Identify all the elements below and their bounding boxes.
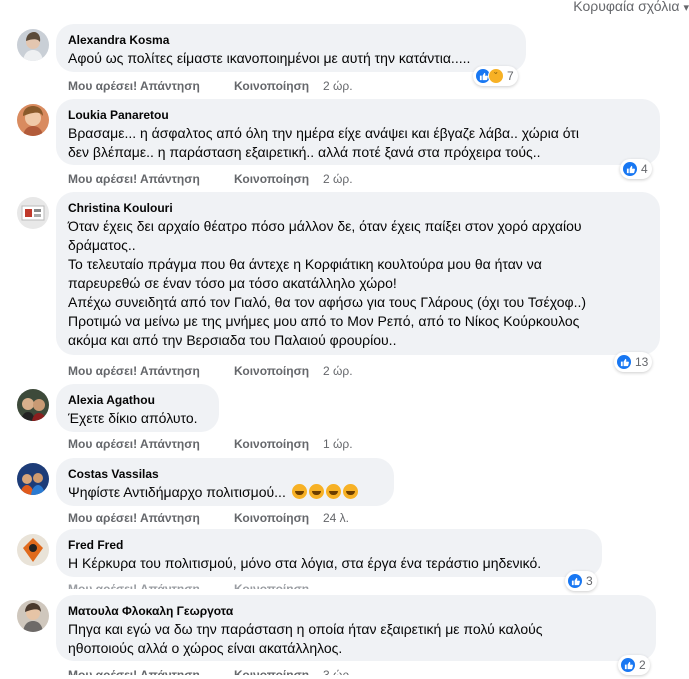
comment-author[interactable]: Ματουλα Φλοκαλη Γεωργοτα — [68, 603, 644, 619]
like-button[interactable]: Μου αρέσει! — [68, 78, 140, 94]
comment-timestamp[interactable]: 2 ώρ. — [323, 363, 353, 379]
share-button[interactable]: Κοινοποίηση — [234, 78, 323, 94]
sad-icon: ˘ — [488, 68, 504, 84]
comment-bubble: Alexia Agathou Έχετε δίκιο απόλυτο. — [56, 384, 219, 432]
like-icon — [616, 354, 632, 370]
comment-text-line: Το τελευταίο πράγμα που θα άντεχε η Κορφ… — [68, 256, 542, 272]
comment-bubble: Fred Fred Η Κέρκυρα του πολιτισμού, μόνο… — [56, 529, 602, 577]
comment-author[interactable]: Christina Koulouri — [68, 200, 648, 216]
avatar[interactable] — [17, 29, 49, 61]
comment-text: Έχετε δίκιο απόλυτο. — [68, 409, 207, 428]
comment-text: Αφού ως πολίτες είμαστε ικανοποιημένοι μ… — [68, 49, 514, 68]
comment-text-line: ηθοποιούς αλλά ο χώρος είναι ακατάλληλος… — [68, 640, 343, 656]
comment-actions: Μου αρέσει! Απάντηση Κοινοποίηση 2 ώρ. — [68, 363, 353, 379]
comment-actions: Μου αρέσει! Απάντηση Κοινοποίηση 1 ώρ. — [68, 436, 353, 452]
comment-bubble: Costas Vassilas Ψηφίστε Αντιδήμαρχο πολι… — [56, 458, 394, 506]
reaction-count: 4 — [641, 162, 648, 176]
comment-text-line: παρευρεθώ σε έναν τόσο μα τόσο ακατάλληλ… — [68, 275, 397, 291]
reaction-count: 7 — [507, 69, 514, 83]
comment-text-line: Αφού ως πολίτες είμαστε ικανοποιημένοι μ… — [68, 50, 471, 66]
comment-text-line: δράματος.. — [68, 237, 136, 253]
comment-bubble: Loukia Panaretou Βρασαμε... η άσφαλτος α… — [56, 99, 660, 165]
comment-text-line: Βρασαμε... η άσφαλτος από όλη την ημέρα … — [68, 125, 579, 141]
comment-text-line: Η Κέρκυρα του πολιτισμού, μόνο στα λόγια… — [68, 555, 542, 571]
reaction-count: 2 — [639, 658, 646, 672]
reaction-summary[interactable]: 3 — [565, 571, 597, 591]
chevron-down-icon: ▾ — [683, 2, 689, 14]
comment-text-line: Απέχω συνειδητά από τον Γιαλό, θα τον αφ… — [68, 294, 587, 310]
comment-text-line: δεν βλέπαμε.. η παράσταση εξαιρετική.. α… — [68, 144, 541, 160]
sort-label-text: Κορυφαία σχόλια — [573, 0, 680, 14]
comment-text-line: Όταν έχεις δει αρχαίο θέατρο πόσο μάλλον… — [68, 218, 582, 234]
comment-text-line: Προτιμώ να μείνω με της μνήμες μου από τ… — [68, 313, 580, 329]
comment-actions: Μου αρέσει! Απάντηση Κοινοποίηση 2 ώρ. — [68, 171, 353, 187]
comment-bubble: Alexandra Kosma Αφού ως πολίτες είμαστε … — [56, 24, 526, 72]
reaction-summary[interactable]: 2 — [618, 655, 650, 675]
avatar[interactable] — [17, 463, 49, 495]
comment-timestamp[interactable]: 3 ώρ. — [323, 667, 353, 675]
laughing-emoji-icon — [342, 484, 358, 499]
reply-button[interactable]: Απάντηση — [140, 363, 234, 379]
comment-text: Πηγα και εγώ να δω την παράσταση η οποία… — [68, 620, 644, 658]
like-icon — [567, 573, 583, 589]
reply-button[interactable]: Απάντηση — [140, 667, 234, 675]
comment-text: Όταν έχεις δει αρχαίο θέατρο πόσο μάλλον… — [68, 217, 648, 350]
comment-text-line: Έχετε δίκιο απόλυτο. — [68, 410, 198, 426]
like-button[interactable]: Μου αρέσει! — [68, 436, 140, 452]
comment-bubble: Christina Koulouri Όταν έχεις δει αρχαίο… — [56, 192, 660, 355]
avatar[interactable] — [17, 197, 49, 229]
reaction-count: 13 — [635, 355, 649, 369]
like-button[interactable]: Μου αρέσει! — [68, 510, 140, 526]
reaction-summary[interactable]: ˘ 7 — [473, 66, 518, 86]
like-button[interactable]: Μου αρέσει! — [68, 171, 140, 187]
laughing-emoji-icon — [325, 484, 341, 499]
comment-actions: Μου αρέσει! Απάντηση Κοινοποίηση 3 ώρ. — [68, 667, 353, 675]
share-button[interactable]: Κοινοποίηση — [234, 667, 323, 675]
comment-actions: Μου αρέσει! Απάντηση Κοινοποίηση 24 λ. — [68, 510, 349, 526]
comment-text-line: Ψηφίστε Αντιδήμαρχο πολιτισμού... — [68, 484, 286, 500]
comment-text: Ψηφίστε Αντιδήμαρχο πολιτισμού... — [68, 483, 382, 502]
sort-comments-dropdown[interactable]: Κορυφαία σχόλια ▾ — [529, 0, 689, 17]
reply-button[interactable]: Απάντηση — [140, 436, 234, 452]
like-button[interactable]: Μου αρέσει! — [68, 667, 140, 675]
comment-text-line: ακόμα και από την Βερσιαδα του Παλαιού φ… — [68, 332, 397, 348]
avatar[interactable] — [17, 534, 49, 566]
comment-author[interactable]: Alexia Agathou — [68, 392, 207, 408]
comment-timestamp[interactable]: 2 ώρ. — [323, 78, 353, 94]
laughing-emoji-icon — [291, 484, 307, 499]
like-icon — [622, 161, 638, 177]
comment-text: Βρασαμε... η άσφαλτος από όλη την ημέρα … — [68, 124, 648, 162]
like-button[interactable]: Μου αρέσει! — [68, 363, 140, 379]
reply-button[interactable]: Απάντηση — [140, 510, 234, 526]
comment-text: Η Κέρκυρα του πολιτισμού, μόνο στα λόγια… — [68, 554, 590, 573]
comment-text-line: Πηγα και εγώ να δω την παράσταση η οποία… — [68, 621, 543, 637]
reaction-summary[interactable]: 4 — [620, 159, 652, 179]
like-icon — [620, 657, 636, 673]
share-button[interactable]: Κοινοποίηση — [234, 171, 323, 187]
laughing-emoji-icon — [308, 484, 324, 499]
share-button[interactable]: Κοινοποίηση — [234, 436, 323, 452]
share-button[interactable]: Κοινοποίηση — [234, 363, 323, 379]
reply-button[interactable]: Απάντηση — [140, 78, 234, 94]
comment-author[interactable]: Costas Vassilas — [68, 466, 382, 482]
avatar[interactable] — [17, 389, 49, 421]
reaction-count: 3 — [586, 574, 593, 588]
reaction-summary[interactable]: 13 — [614, 352, 653, 372]
comment-timestamp[interactable]: 24 λ. — [323, 510, 349, 526]
reply-button[interactable]: Απάντηση — [140, 171, 234, 187]
comment-author[interactable]: Alexandra Kosma — [68, 32, 514, 48]
share-button[interactable]: Κοινοποίηση — [234, 510, 323, 526]
comment-bubble: Ματουλα Φλοκαλη Γεωργοτα Πηγα και εγώ να… — [56, 595, 656, 661]
comment-timestamp[interactable]: 1 ώρ. — [323, 436, 353, 452]
comment-timestamp[interactable]: 2 ώρ. — [323, 171, 353, 187]
comment-author[interactable]: Fred Fred — [68, 537, 590, 553]
avatar[interactable] — [17, 104, 49, 136]
comment-actions: Μου αρέσει! Απάντηση Κοινοποίηση 2 ώρ. — [68, 78, 353, 94]
comment-author[interactable]: Loukia Panaretou — [68, 107, 648, 123]
avatar[interactable] — [17, 600, 49, 632]
